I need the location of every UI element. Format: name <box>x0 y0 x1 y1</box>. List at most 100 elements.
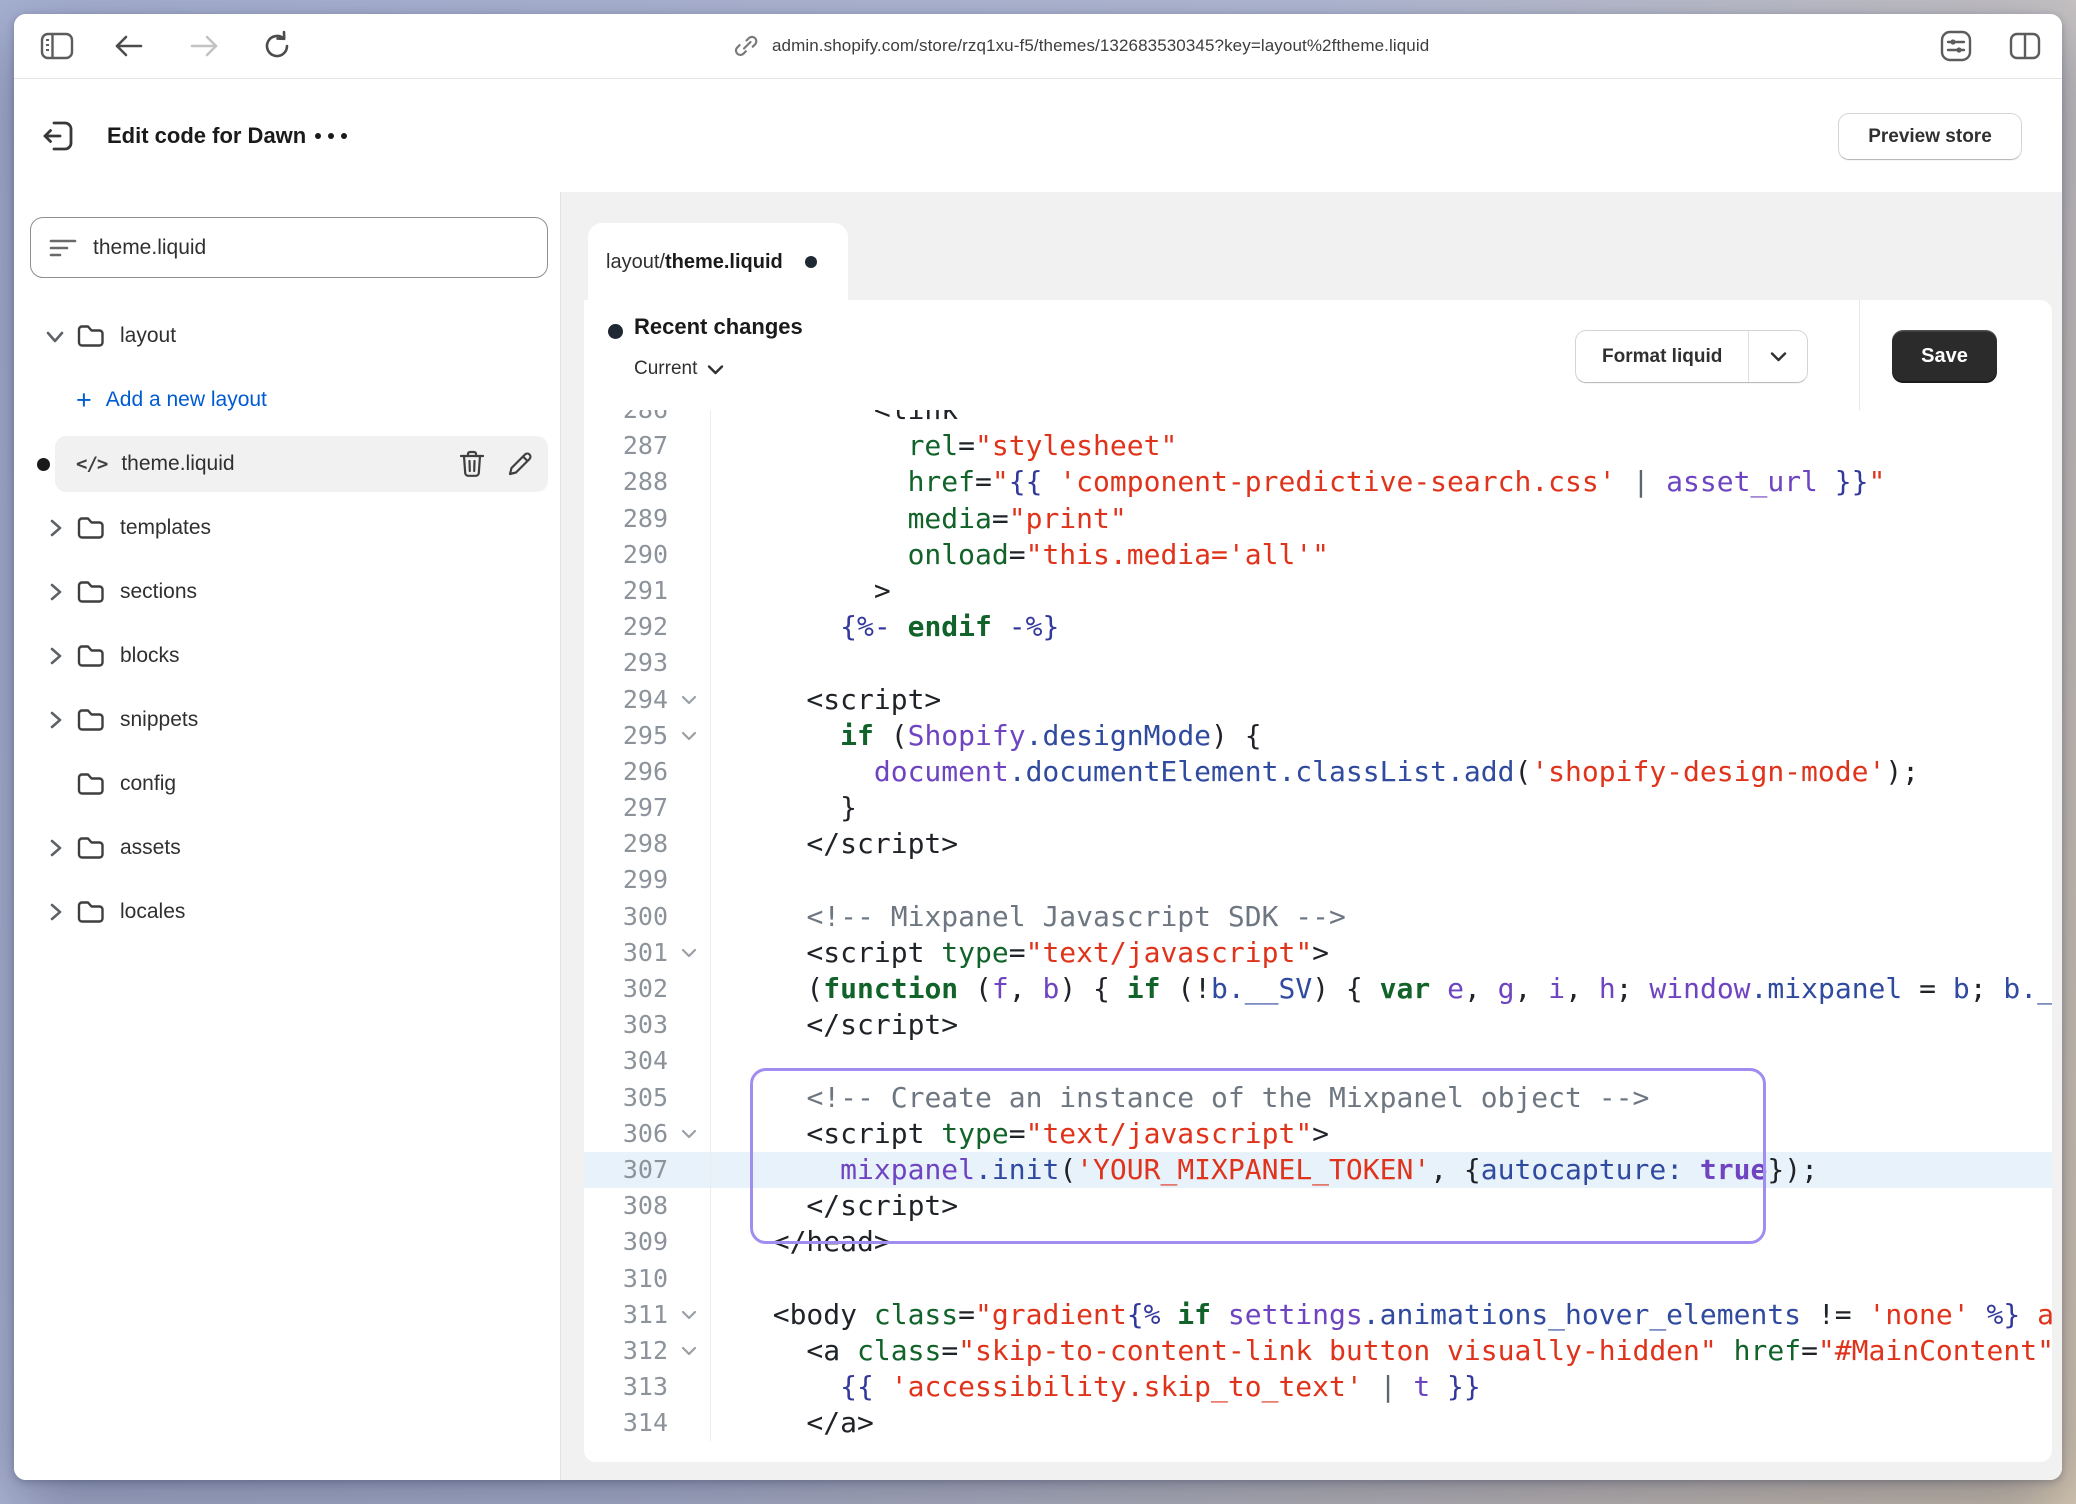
code-text[interactable]: <link <box>711 410 2052 428</box>
code-line-299[interactable]: 299 <box>584 862 2052 898</box>
chevron-right-icon[interactable] <box>45 902 65 922</box>
code-line-311[interactable]: 311 <body class="gradient{% if settings.… <box>584 1297 2052 1333</box>
code-line-294[interactable]: 294 <script> <box>584 682 2052 718</box>
code-text[interactable]: <script> <box>711 682 2052 718</box>
fold-chevron-icon[interactable] <box>668 947 709 959</box>
code-text[interactable]: {%- endif -%} <box>711 609 2052 645</box>
code-text[interactable]: mixpanel.init('YOUR_MIXPANEL_TOKEN', {au… <box>711 1152 2052 1188</box>
preview-store-button[interactable]: Preview store <box>1838 113 2022 160</box>
sidebar-folder-locales[interactable]: locales <box>14 880 560 944</box>
chevron-right-icon[interactable] <box>45 646 65 666</box>
fold-chevron-icon[interactable] <box>668 1309 709 1321</box>
code-text[interactable]: </head> <box>711 1224 2052 1260</box>
reload-icon[interactable] <box>261 30 293 62</box>
code-text[interactable]: > <box>711 573 2052 609</box>
sidebar-folder-sections[interactable]: sections <box>14 560 560 624</box>
code-text[interactable]: <script type="text/javascript"> <box>711 935 2052 971</box>
code-text[interactable]: rel="stylesheet" <box>711 428 2052 464</box>
version-dropdown[interactable]: Current <box>634 358 724 380</box>
code-text[interactable] <box>711 1043 2052 1079</box>
code-line-313[interactable]: 313 {{ 'accessibility.skip_to_text' | t … <box>584 1369 2052 1405</box>
code-line-303[interactable]: 303 </script> <box>584 1007 2052 1043</box>
code-text[interactable]: if (Shopify.designMode) { <box>711 718 2052 754</box>
fold-chevron-icon[interactable] <box>668 1345 709 1357</box>
code-editor[interactable]: 286 <link287 rel="stylesheet"288 href="{… <box>584 410 2052 1462</box>
code-line-292[interactable]: 292 {%- endif -%} <box>584 609 2052 645</box>
more-actions-icon[interactable] <box>305 123 357 149</box>
code-line-298[interactable]: 298 </script> <box>584 826 2052 862</box>
code-line-297[interactable]: 297 } <box>584 790 2052 826</box>
code-line-302[interactable]: 302 (function (f, b) { if (!b.__SV) { va… <box>584 971 2052 1007</box>
code-text[interactable]: </script> <box>711 1007 2052 1043</box>
code-text[interactable]: {{ 'accessibility.skip_to_text' | t }} <box>711 1369 2052 1405</box>
code-text[interactable]: <a class="skip-to-content-link button vi… <box>711 1333 2052 1369</box>
code-line-288[interactable]: 288 href="{{ 'component-predictive-searc… <box>584 464 2052 500</box>
code-line-293[interactable]: 293 <box>584 645 2052 681</box>
code-text[interactable]: </a> <box>711 1405 2052 1441</box>
code-line-296[interactable]: 296 document.documentElement.classList.a… <box>584 754 2052 790</box>
code-line-300[interactable]: 300 <!-- Mixpanel Javascript SDK --> <box>584 899 2052 935</box>
chevron-down-icon[interactable] <box>45 329 65 344</box>
sidebar-folder-layout[interactable]: layout <box>14 304 560 368</box>
code-text[interactable]: } <box>711 790 2052 826</box>
code-line-286[interactable]: 286 <link <box>584 410 2052 428</box>
sidebar-folder-snippets[interactable]: snippets <box>14 688 560 752</box>
code-line-308[interactable]: 308 </script> <box>584 1188 2052 1224</box>
chevron-right-icon[interactable] <box>45 518 65 538</box>
code-line-307[interactable]: 307 mixpanel.init('YOUR_MIXPANEL_TOKEN',… <box>584 1152 2052 1188</box>
exit-editor-icon[interactable] <box>40 118 78 154</box>
code-text[interactable] <box>711 862 2052 898</box>
code-text[interactable]: </script> <box>711 826 2052 862</box>
code-line-287[interactable]: 287 rel="stylesheet" <box>584 428 2052 464</box>
code-text[interactable]: <!-- Create an instance of the Mixpanel … <box>711 1080 2052 1116</box>
code-line-304[interactable]: 304 <box>584 1043 2052 1079</box>
format-options-caret[interactable] <box>1748 331 1807 382</box>
fold-chevron-icon[interactable] <box>668 1128 709 1140</box>
sidebar-folder-config[interactable]: config <box>14 752 560 816</box>
delete-file-icon[interactable] <box>459 450 485 478</box>
file-search-input[interactable]: theme.liquid <box>30 217 548 278</box>
sidebar-folder-blocks[interactable]: blocks <box>14 624 560 688</box>
code-text[interactable]: <script type="text/javascript"> <box>711 1116 2052 1152</box>
page-settings-icon[interactable] <box>1938 29 1974 63</box>
sidebar-folder-templates[interactable]: templates <box>14 496 560 560</box>
sidebar-toggle-icon[interactable] <box>40 31 74 61</box>
split-view-icon[interactable] <box>2008 31 2042 61</box>
code-text[interactable]: media="print" <box>711 501 2052 537</box>
code-line-312[interactable]: 312 <a class="skip-to-content-link butto… <box>584 1333 2052 1369</box>
forward-icon[interactable] <box>188 32 220 60</box>
code-line-310[interactable]: 310 <box>584 1261 2052 1297</box>
code-line-291[interactable]: 291 > <box>584 573 2052 609</box>
sidebar-file-theme.liquid[interactable]: </>theme.liquid <box>14 432 560 496</box>
code-line-309[interactable]: 309 </head> <box>584 1224 2052 1260</box>
sidebar-folder-assets[interactable]: assets <box>14 816 560 880</box>
code-text[interactable]: <!-- Mixpanel Javascript SDK --> <box>711 899 2052 935</box>
code-text[interactable] <box>711 645 2052 681</box>
tab-theme-liquid[interactable]: layout/theme.liquid <box>588 223 848 301</box>
save-button[interactable]: Save <box>1892 330 1997 383</box>
rename-file-icon[interactable] <box>507 450 534 478</box>
code-line-295[interactable]: 295 if (Shopify.designMode) { <box>584 718 2052 754</box>
chevron-right-icon[interactable] <box>45 710 65 730</box>
code-text[interactable]: <body class="gradient{% if settings.anim… <box>711 1297 2052 1333</box>
format-liquid-button[interactable]: Format liquid <box>1575 330 1808 383</box>
code-text[interactable]: document.documentElement.classList.add('… <box>711 754 2052 790</box>
code-line-306[interactable]: 306 <script type="text/javascript"> <box>584 1116 2052 1152</box>
code-line-290[interactable]: 290 onload="this.media='all'" <box>584 537 2052 573</box>
code-text[interactable]: href="{{ 'component-predictive-search.cs… <box>711 464 2052 500</box>
chevron-right-icon[interactable] <box>45 838 65 858</box>
code-line-289[interactable]: 289 media="print" <box>584 501 2052 537</box>
code-text[interactable]: (function (f, b) { if (!b.__SV) { var e,… <box>711 971 2052 1007</box>
address-bar[interactable]: admin.shopify.com/store/rzq1xu-f5/themes… <box>772 36 1429 56</box>
code-text[interactable]: onload="this.media='all'" <box>711 537 2052 573</box>
code-text[interactable]: </script> <box>711 1188 2052 1224</box>
chevron-right-icon[interactable] <box>45 582 65 602</box>
code-line-301[interactable]: 301 <script type="text/javascript"> <box>584 935 2052 971</box>
fold-chevron-icon[interactable] <box>668 694 709 706</box>
sidebar-add-layout-button[interactable]: +Add a new layout <box>14 368 560 432</box>
code-line-305[interactable]: 305 <!-- Create an instance of the Mixpa… <box>584 1080 2052 1116</box>
code-line-314[interactable]: 314 </a> <box>584 1405 2052 1441</box>
back-icon[interactable] <box>113 32 145 60</box>
code-text[interactable] <box>711 1261 2052 1297</box>
fold-chevron-icon[interactable] <box>668 730 709 742</box>
